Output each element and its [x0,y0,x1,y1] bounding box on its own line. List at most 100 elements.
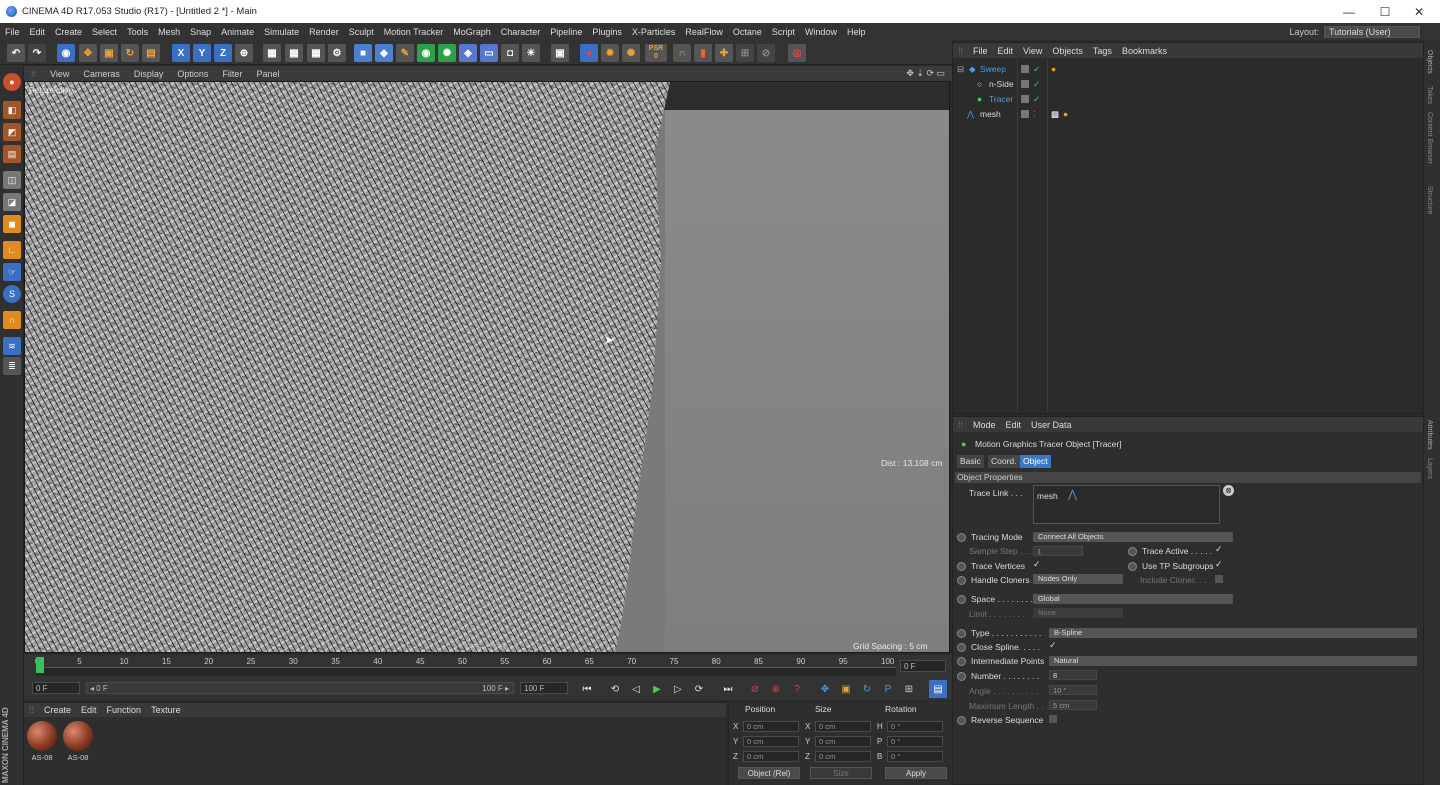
time-cursor[interactable] [36,657,44,673]
timeline[interactable]: 0510152025303540455055606570758085909510… [24,655,952,680]
obj-menu-objects[interactable]: Objects [1047,46,1088,56]
material-tag-icon[interactable]: ● [1063,109,1068,119]
material-swatch[interactable]: AS-08 [26,721,58,767]
tracing-mode-dropdown[interactable]: Connect All Objects [1033,532,1233,542]
minimize-button[interactable]: — [1332,0,1366,23]
intermediate-dropdown[interactable]: Natural [1049,656,1417,666]
layer-icon[interactable] [1021,95,1029,103]
next-frame-icon[interactable]: ▷ [669,680,687,698]
attr-menu-mode[interactable]: Mode [968,420,1001,430]
object-row-mesh[interactable]: ⋀ mesh ⁚ ▩ ● [953,107,1423,121]
workplane-icon[interactable]: ✚ [715,44,733,62]
close-spline-checkbox[interactable]: ✓ [1049,640,1057,651]
realflow-icon[interactable]: ✹ [601,44,619,62]
vp-menu-options[interactable]: Options [170,69,215,79]
apply-button[interactable]: Apply [885,767,947,779]
layer-icon[interactable] [1021,80,1029,88]
menu-motion-tracker[interactable]: Motion Tracker [379,27,449,37]
handle-cloners-dropdown[interactable]: Nodes Only [1033,574,1123,584]
menu-tools[interactable]: Tools [122,27,153,37]
coord-value-field[interactable]: 0 cm [815,736,871,747]
menu-sculpt[interactable]: Sculpt [344,27,379,37]
tab-attributes[interactable]: Attributes [1426,420,1433,450]
play-icon[interactable]: ▶ [648,680,666,698]
menu-x-particles[interactable]: X-Particles [627,27,681,37]
cube-primitive-icon[interactable]: ■ [354,44,372,62]
menu-mograph[interactable]: MoGraph [448,27,496,37]
maxlen-field[interactable]: 5 cm [1049,700,1097,710]
maximize-button[interactable]: ☐ [1368,0,1402,23]
object-name[interactable]: mesh [980,109,1001,119]
menu-animate[interactable]: Animate [216,27,259,37]
snap-icon[interactable]: ∩ [3,311,21,329]
coord-value-field[interactable]: 0 ° [887,736,943,747]
keyframe-radio[interactable] [957,561,966,571]
tab-structure[interactable]: Structure [1426,186,1433,214]
menu-mesh[interactable]: Mesh [153,27,185,37]
key-param-icon[interactable]: P [879,680,897,698]
floor-icon[interactable]: ▭ [480,44,498,62]
texture-mode-icon[interactable]: ◩ [3,123,21,141]
keyframe-radio[interactable] [957,656,966,666]
object-row-sweep[interactable]: ⊟ ◆ Sweep ✓ ● [953,62,1423,76]
preview-range-slider[interactable]: ◂ 0 F 100 F ▸ [86,682,514,694]
current-frame-field[interactable]: 0 F [900,660,946,672]
object-name[interactable]: Sweep [980,64,1006,74]
move-icon[interactable]: ✥ [79,44,97,62]
menu-select[interactable]: Select [87,27,122,37]
recent-tools-icon[interactable]: ▤ [142,44,160,62]
layer-icon[interactable]: ≋ [3,337,21,355]
edges-mode-icon[interactable]: ◪ [3,193,21,211]
sample-step-field[interactable]: 1 [1033,546,1083,556]
tweak-mode-icon[interactable]: ☞ [3,263,21,281]
keyframe-radio[interactable] [957,671,966,681]
tab-layers[interactable]: Layers [1426,458,1433,479]
keyframe-radio[interactable] [957,575,966,585]
keyframe-radio[interactable] [957,715,966,725]
space-dropdown[interactable]: Global [1033,594,1233,604]
keyframe-radio[interactable] [957,628,966,638]
vp-menu-filter[interactable]: Filter [215,69,249,79]
material-swatch[interactable]: AS-08 [62,721,94,767]
z-axis-button[interactable]: Z [214,44,232,62]
keyframe-radio[interactable] [957,532,966,542]
use-tp-checkbox[interactable]: ✓ [1215,559,1223,570]
record-active-icon[interactable]: ⊘ [746,680,764,698]
make-editable-icon[interactable]: ● [3,73,21,91]
coord-size-dropdown[interactable]: Size [810,767,872,779]
trace-active-checkbox[interactable]: ✓ [1215,544,1223,555]
render-view-icon[interactable]: ▦ [263,44,281,62]
psr-icon[interactable]: PSR 0 [645,44,667,62]
goto-start-icon[interactable]: ⏮ [578,680,596,698]
menu-realflow[interactable]: RealFlow [680,27,728,37]
start-frame-field[interactable]: 0 F [32,682,80,694]
y-axis-button[interactable]: Y [193,44,211,62]
vp-menu-cameras[interactable]: Cameras [76,69,127,79]
vp-menu-panel[interactable]: Panel [249,69,286,79]
timeline-window-icon[interactable]: ▤ [929,680,947,698]
grid-icon[interactable]: ⊞ [736,44,754,62]
scale-icon[interactable]: ▣ [100,44,118,62]
cube-icon[interactable]: ◆ [375,44,393,62]
object-name[interactable]: n-Side [989,79,1014,89]
end-frame-field[interactable]: 100 F [520,682,568,694]
mat-menu-texture[interactable]: Texture [146,705,186,715]
solo-icon[interactable]: S [3,285,21,303]
object-row-tracer[interactable]: ● Tracer ✓ [953,92,1423,106]
octane-icon[interactable]: ✺ [622,44,640,62]
enabled-check-icon[interactable]: ✓ [1033,94,1040,105]
menu-edit[interactable]: Edit [25,27,51,37]
vp-nav-icons[interactable]: ✥ ⇣ ⟳ ▭ [899,68,952,79]
axis-icon[interactable]: ⊘ [757,44,775,62]
keyframe-radio[interactable] [1128,561,1137,571]
mat-menu-create[interactable]: Create [39,705,76,715]
tab-content-browser[interactable]: Content Browser [1426,112,1433,164]
cloner-icon[interactable]: ✺ [438,44,456,62]
coord-value-field[interactable]: 0 ° [887,751,943,762]
xparticles-icon[interactable]: ● [580,44,598,62]
key-pla-icon[interactable]: ⊞ [900,680,918,698]
menu-script[interactable]: Script [767,27,800,37]
obj-menu-tags[interactable]: Tags [1088,46,1117,56]
subdivision-icon[interactable]: ◉ [417,44,435,62]
menu-snap[interactable]: Snap [185,27,216,37]
